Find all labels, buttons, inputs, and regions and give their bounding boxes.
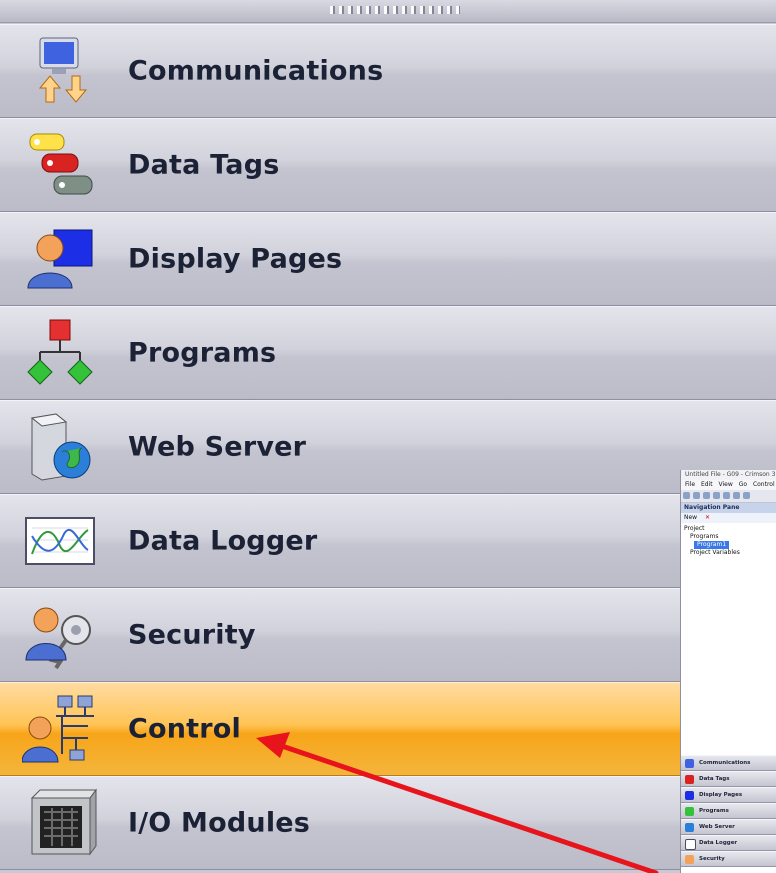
tree-item[interactable]: Project [684, 525, 776, 533]
nav-label: Communications [128, 55, 384, 87]
nav-button-communications[interactable]: Communications [0, 24, 776, 118]
new-file-icon[interactable] [703, 492, 710, 499]
nav-button-control[interactable]: Control [0, 682, 776, 776]
inset-nav-button[interactable]: Communications [681, 755, 776, 771]
inset-menu-item[interactable]: Edit [701, 481, 713, 488]
inset-menu-item[interactable]: Control [753, 481, 775, 488]
inset-title-bar: Untitled File - G09 - Crimson 3.0 [681, 470, 776, 480]
nav-button-data-logger[interactable]: Data Logger [0, 494, 776, 588]
navigation-pane: Communications Data Tags Display Pages P… [0, 0, 776, 873]
nav-label: I/O Modules [128, 807, 311, 839]
web-server-icon [30, 413, 91, 481]
nav-button-display-pages[interactable]: Display Pages [0, 212, 776, 306]
inset-menu-bar: File Edit View Go Control [681, 480, 776, 490]
pane-resize-grip[interactable] [0, 0, 776, 23]
grip-dots [330, 6, 460, 14]
data-tags-icon [29, 133, 93, 195]
inset-nav-button[interactable]: Display Pages [681, 787, 776, 803]
control-icon [22, 695, 94, 763]
communications-icon [38, 37, 88, 103]
tree-item-selected[interactable]: Program1 [694, 541, 730, 549]
tree-item[interactable]: Project Variables [684, 549, 776, 557]
save-icon[interactable] [723, 492, 730, 499]
undo-icon[interactable] [733, 492, 740, 499]
inset-toolbar [681, 490, 776, 503]
programs-icon [27, 319, 93, 385]
inset-nav-button[interactable]: Programs [681, 803, 776, 819]
nav-label: Data Logger [128, 525, 318, 557]
redo-icon[interactable] [743, 492, 750, 499]
display-pages-icon [27, 229, 93, 289]
io-modules-icon [30, 788, 97, 856]
inset-nav-button[interactable]: Security [681, 851, 776, 867]
delete-icon[interactable]: ✕ [705, 514, 710, 521]
inset-menu-item[interactable]: View [719, 481, 733, 488]
forward-icon[interactable] [693, 492, 700, 499]
open-icon[interactable] [713, 492, 720, 499]
nav-label: Programs [128, 337, 277, 369]
tree-item[interactable]: Programs [684, 533, 776, 541]
inset-nav-button[interactable]: Web Server [681, 819, 776, 835]
nav-button-web-server[interactable]: Web Server [0, 400, 776, 494]
nav-button-data-tags[interactable]: Data Tags [0, 118, 776, 212]
nav-label: Display Pages [128, 243, 343, 275]
inset-tree: Project Programs Program1 Project Variab… [681, 523, 776, 557]
nav-label: Security [128, 619, 256, 651]
inset-nav-button[interactable]: Data Tags [681, 771, 776, 787]
inset-menu-item[interactable]: Go [739, 481, 747, 488]
data-logger-icon [25, 517, 95, 565]
nav-label: Data Tags [128, 149, 280, 181]
inset-app-screenshot: Untitled File - G09 - Crimson 3.0 File E… [680, 470, 776, 873]
nav-button-security[interactable]: Security [0, 588, 776, 682]
inset-menu-item[interactable]: File [685, 481, 695, 488]
security-icon [25, 607, 91, 670]
nav-label: Web Server [128, 431, 307, 463]
inset-pane-title: Navigation Pane [681, 503, 776, 513]
nav-button-io-modules[interactable]: I/O Modules [0, 776, 776, 870]
inset-new-button[interactable]: New [684, 514, 697, 521]
nav-label: Control [128, 713, 242, 745]
back-icon[interactable] [683, 492, 690, 499]
inset-pane-toolbar: New ✕ [681, 513, 776, 523]
inset-nav-button[interactable]: Data Logger [681, 835, 776, 851]
nav-button-programs[interactable]: Programs [0, 306, 776, 400]
